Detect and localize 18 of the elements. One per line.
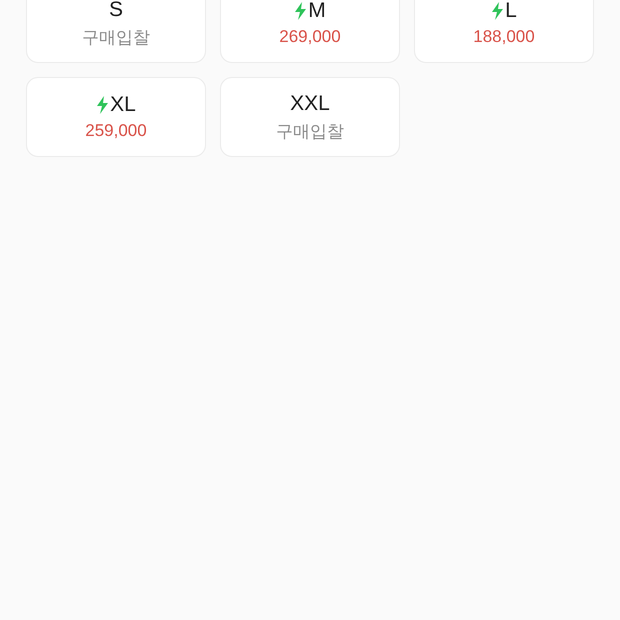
size-label: L <box>505 0 517 23</box>
size-option[interactable]: L 188,000 <box>414 0 594 63</box>
lightning-icon <box>294 2 308 20</box>
price-label: 구매입찰 <box>276 120 344 142</box>
size-option[interactable]: M 269,000 <box>220 0 400 63</box>
size-option[interactable]: S 구매입찰 <box>26 0 206 63</box>
price-label: 구매입찰 <box>82 26 150 48</box>
size-label: XXL <box>290 92 330 116</box>
size-label: XL <box>110 93 136 117</box>
lightning-icon <box>96 96 110 114</box>
size-option[interactable]: XXL 구매입찰 <box>220 77 400 157</box>
size-option[interactable]: XL 259,000 <box>26 77 206 157</box>
lightning-icon <box>491 2 504 20</box>
price-label: 188,000 <box>473 27 535 47</box>
price-label: 269,000 <box>279 27 341 47</box>
price-label: 259,000 <box>85 121 147 141</box>
size-label: S <box>108 0 123 22</box>
size-label: M <box>308 0 326 23</box>
